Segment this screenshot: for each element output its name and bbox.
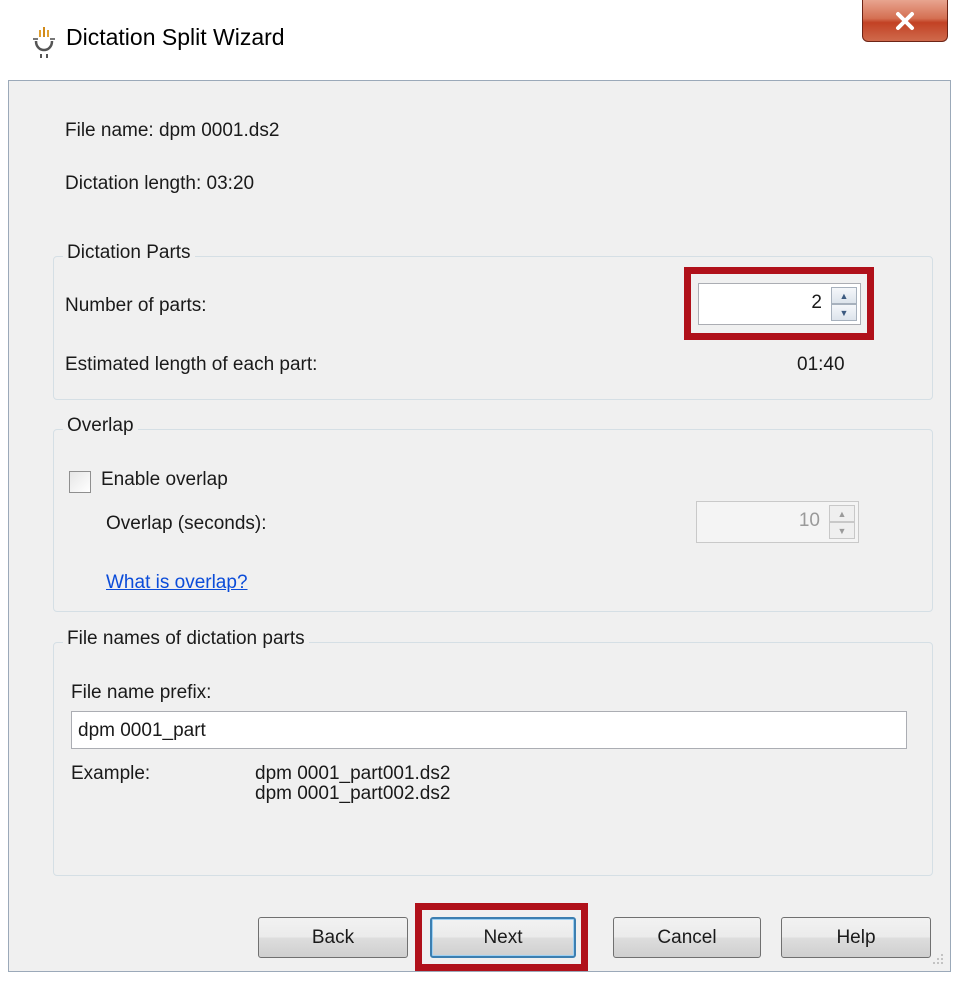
file-names-title: File names of dictation parts bbox=[63, 628, 309, 650]
example-filename-1: dpm 0001_part001.ds2 bbox=[255, 763, 451, 784]
example-label: Example: bbox=[71, 763, 151, 784]
resize-grip-icon[interactable] bbox=[930, 951, 944, 965]
dictation-parts-title: Dictation Parts bbox=[63, 242, 195, 264]
spin-up-icon[interactable]: ▲ bbox=[829, 505, 855, 522]
back-button[interactable]: Back bbox=[258, 917, 408, 958]
highlight-next-button bbox=[415, 903, 588, 971]
close-button[interactable] bbox=[862, 0, 948, 42]
close-icon bbox=[896, 11, 914, 30]
wizard-content: File name: dpm 0001.ds2 Dictation length… bbox=[8, 80, 951, 972]
file-name-text: File name: dpm 0001.ds2 bbox=[65, 120, 280, 141]
overlap-seconds-value: 10 bbox=[798, 510, 820, 531]
window-title: Dictation Split Wizard bbox=[66, 24, 285, 50]
enable-overlap-label[interactable]: Enable overlap bbox=[101, 469, 228, 491]
number-of-parts-label: Number of parts: bbox=[65, 295, 207, 316]
enable-overlap-checkbox[interactable] bbox=[69, 471, 91, 493]
what-is-overlap-link[interactable]: What is overlap? bbox=[106, 572, 248, 594]
dictation-length-text: Dictation length: 03:20 bbox=[65, 173, 255, 194]
overlap-seconds-label: Overlap (seconds): bbox=[106, 513, 267, 534]
spin-down-icon[interactable]: ▼ bbox=[829, 522, 855, 539]
dictation-split-wizard-window: Dictation Split Wizard File name: dpm 00… bbox=[0, 0, 959, 987]
help-button[interactable]: Help bbox=[781, 917, 931, 958]
file-name-prefix-label: File name prefix: bbox=[71, 682, 212, 703]
estimated-length-label: Estimated length of each part: bbox=[65, 354, 318, 375]
file-name-prefix-input[interactable]: dpm 0001_part bbox=[71, 711, 907, 749]
example-filename-2: dpm 0001_part002.ds2 bbox=[255, 783, 451, 804]
dictation-app-icon bbox=[33, 27, 55, 58]
estimated-length-value: 01:40 bbox=[797, 354, 845, 375]
file-names-group bbox=[53, 642, 933, 876]
overlap-seconds-stepper[interactable]: 10 ▲ ▼ bbox=[696, 501, 859, 543]
overlap-title: Overlap bbox=[63, 415, 138, 437]
highlight-number-of-parts bbox=[684, 267, 874, 340]
title-bar[interactable]: Dictation Split Wizard bbox=[0, 0, 959, 80]
cancel-button[interactable]: Cancel bbox=[613, 917, 761, 958]
